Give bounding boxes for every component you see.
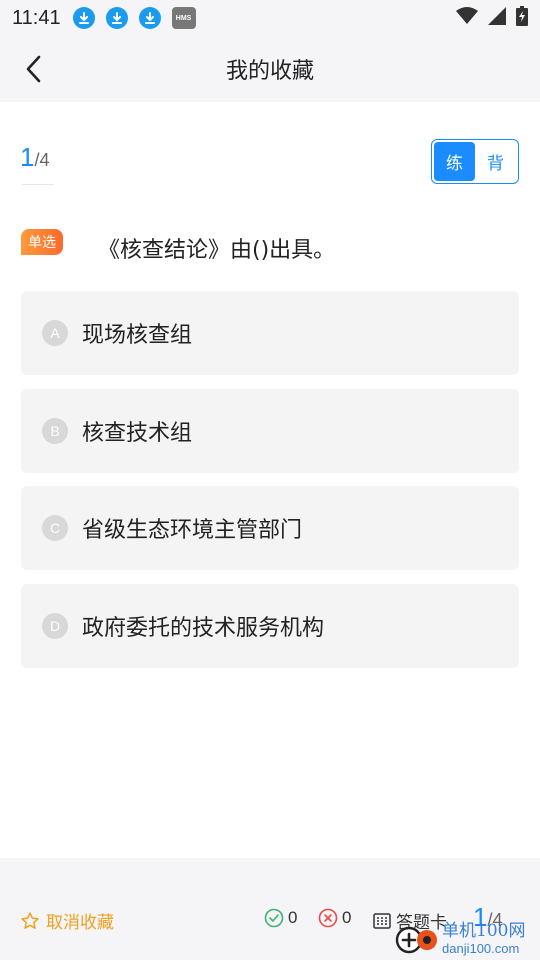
status-time: 11:41 — [12, 6, 61, 29]
correct-count: 0 — [264, 908, 297, 928]
star-icon — [20, 911, 40, 931]
question-type-badge: 单选 — [21, 229, 63, 255]
progress-total: /4 — [34, 150, 50, 170]
option-text: 现场核查组 — [82, 323, 193, 348]
option-text: 省级生态环境主管部门 — [82, 518, 303, 543]
page-title: 我的收藏 — [225, 59, 314, 84]
signal-icon — [488, 7, 506, 29]
download-icon — [72, 7, 95, 29]
mode-recite-button[interactable]: 背 — [475, 142, 516, 181]
wrong-count-value: 0 — [342, 908, 352, 927]
option-d[interactable]: D 政府委托的技术服务机构 — [21, 584, 519, 668]
grid-icon — [373, 912, 391, 930]
option-c[interactable]: C 省级生态环境主管部门 — [21, 486, 519, 570]
option-a[interactable]: A 现场核查组 — [21, 291, 519, 375]
hms-icon: HMS — [171, 7, 196, 29]
question-progress: 1/4 — [20, 142, 49, 173]
option-text: 政府委托的技术服务机构 — [82, 616, 325, 641]
progress-underline — [22, 184, 54, 185]
unfavorite-button[interactable]: 取消收藏 — [20, 908, 114, 933]
unfavorite-label: 取消收藏 — [46, 913, 114, 933]
mode-practice-button[interactable]: 练 — [434, 142, 475, 181]
watermark-cn: 单机100网 — [442, 921, 526, 941]
status-bar: 11:41 HMS — [0, 0, 540, 36]
option-letter: D — [42, 613, 68, 639]
wifi-icon — [456, 7, 478, 29]
watermark: 单机100网 danji100.com — [394, 918, 540, 960]
watermark-en: danji100.com — [442, 941, 520, 956]
check-circle-icon — [264, 908, 284, 928]
question-text: 《核查结论》由()出具。 — [98, 238, 336, 263]
mode-toggle: 练 背 — [431, 139, 519, 184]
option-letter: C — [42, 515, 68, 541]
option-letter: B — [42, 418, 68, 444]
back-button[interactable] — [18, 52, 48, 86]
chevron-left-icon — [26, 55, 41, 83]
correct-count-value: 0 — [288, 908, 298, 927]
x-circle-icon — [318, 908, 338, 928]
option-b[interactable]: B 核查技术组 — [21, 389, 519, 473]
download-icon — [105, 7, 128, 29]
wrong-count: 0 — [318, 908, 351, 928]
option-text: 核查技术组 — [82, 421, 193, 446]
app-header: 我的收藏 — [0, 36, 540, 102]
option-letter: A — [42, 320, 68, 346]
battery-charging-icon — [516, 6, 528, 30]
progress-current: 1 — [20, 142, 35, 172]
download-icon — [138, 7, 161, 29]
watermark-logo-icon — [394, 923, 438, 955]
